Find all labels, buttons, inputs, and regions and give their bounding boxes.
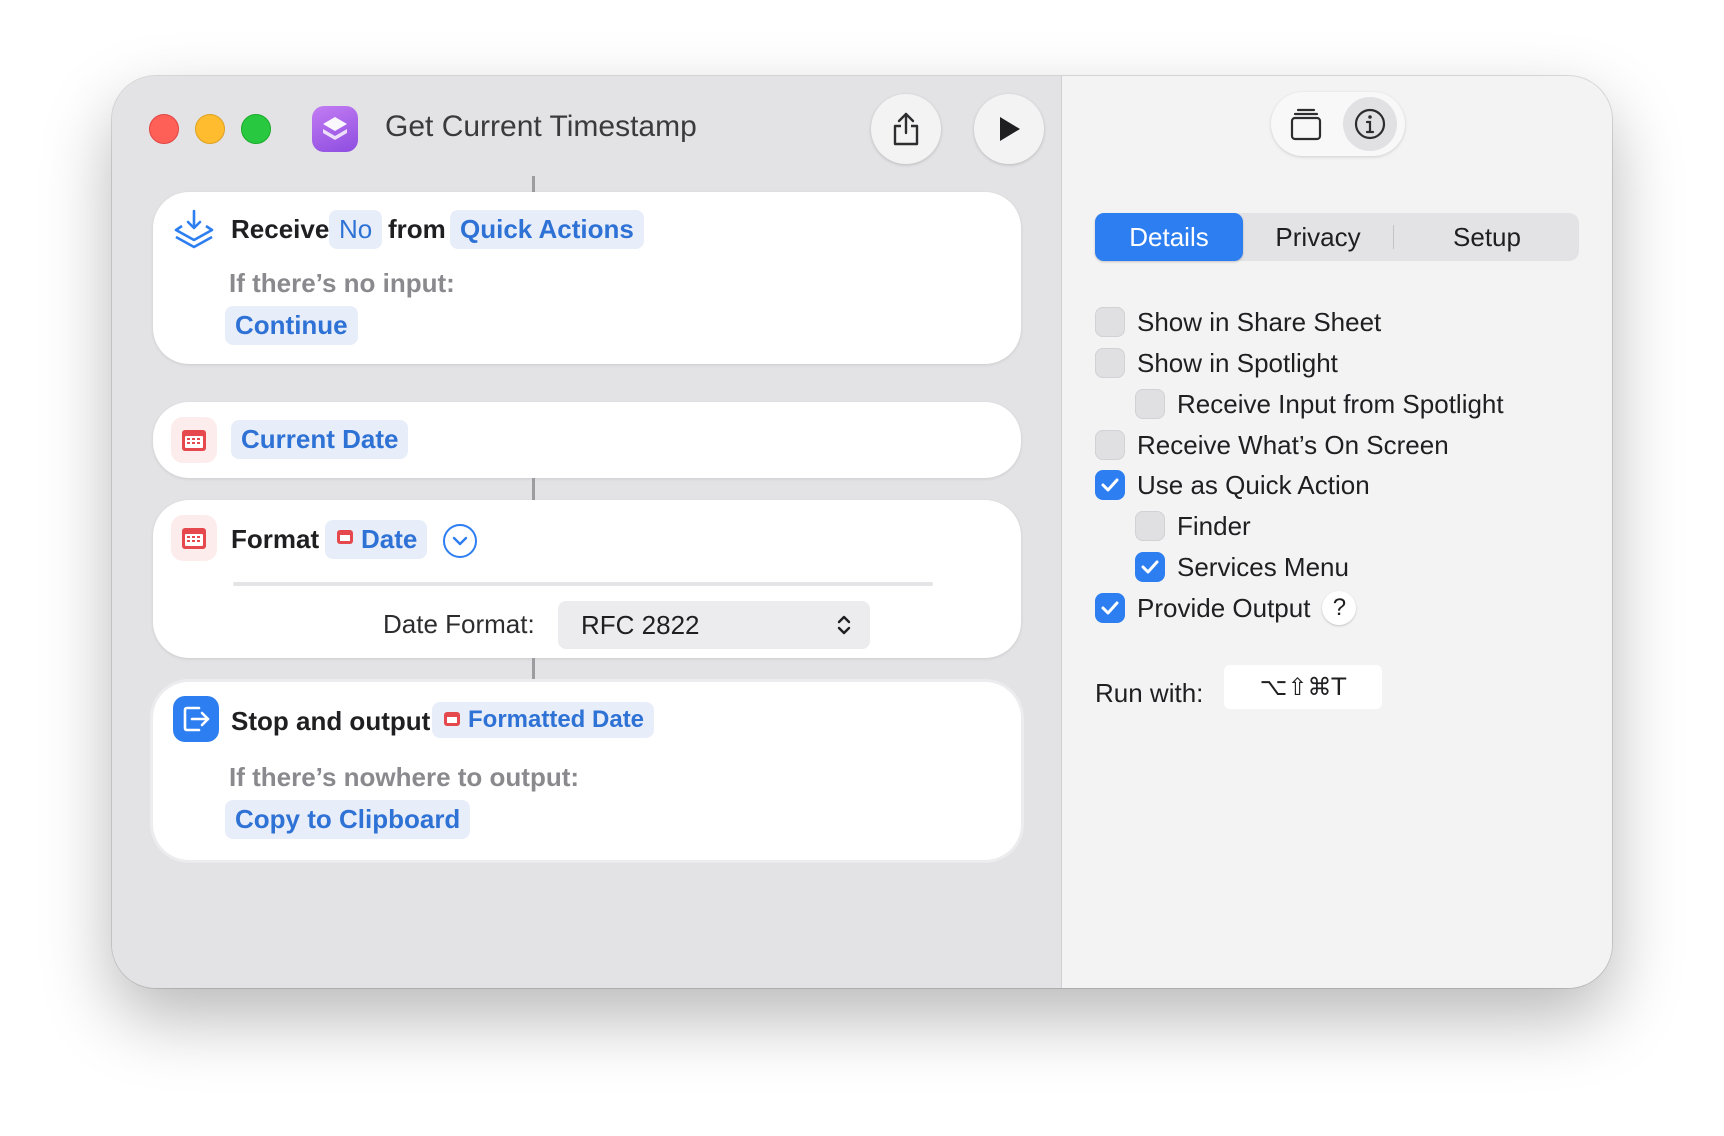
- chevron-down-icon: [452, 536, 468, 546]
- window-title: Get Current Timestamp: [385, 110, 697, 143]
- input-type-token[interactable]: No: [329, 210, 383, 249]
- checkbox-checked[interactable]: [1135, 552, 1165, 582]
- calendar-icon: [171, 417, 217, 463]
- close-window-button[interactable]: [149, 114, 179, 144]
- option-use-as-quick-action[interactable]: Use as Quick Action: [1095, 467, 1370, 503]
- option-provide-output[interactable]: Provide Output ?: [1095, 590, 1357, 626]
- share-icon: [893, 112, 919, 146]
- flow-connector: [532, 658, 535, 682]
- keyboard-shortcut-field[interactable]: ⌥⇧⌘T: [1224, 665, 1382, 709]
- date-variable-token[interactable]: Date: [325, 520, 428, 559]
- nowhere-output-label: If there’s nowhere to output:: [229, 762, 580, 792]
- date-variable-label: Date: [361, 524, 418, 554]
- option-label: Receive What’s On Screen: [1137, 429, 1449, 460]
- flow-connector: [532, 478, 535, 500]
- receive-icon: [171, 208, 217, 254]
- tab-setup[interactable]: Setup: [1395, 213, 1579, 261]
- workflow-pane: Get Current Timestamp Receive No from Qu…: [112, 76, 1061, 988]
- option-label: Finder: [1177, 510, 1251, 541]
- library-button[interactable]: [1279, 97, 1333, 151]
- receive-action-card[interactable]: Receive No from Quick Actions If there’s…: [153, 192, 1021, 364]
- no-input-action-token[interactable]: Continue: [225, 306, 358, 345]
- checkbox[interactable]: [1095, 307, 1125, 337]
- receive-label: Receive: [231, 214, 330, 244]
- stack-icon: [1290, 108, 1322, 141]
- minimize-window-button[interactable]: [195, 114, 225, 144]
- option-receive-whats-on-screen[interactable]: Receive What’s On Screen: [1095, 427, 1449, 463]
- inspector-toolbar: [1271, 92, 1405, 156]
- tab-details[interactable]: Details: [1095, 213, 1243, 261]
- up-down-chevron-icon: [837, 615, 851, 635]
- checkmark-icon: [1101, 478, 1119, 492]
- run-button[interactable]: [974, 94, 1044, 164]
- format-label: Format: [231, 524, 320, 554]
- checkbox[interactable]: [1135, 511, 1165, 541]
- option-label: Show in Share Sheet: [1137, 306, 1382, 337]
- share-button[interactable]: [871, 94, 941, 164]
- shortcut-editor-window: Get Current Timestamp Receive No from Qu…: [112, 76, 1612, 988]
- format-date-action-card[interactable]: Format Date Date Format: RFC 2822: [153, 500, 1021, 658]
- checkmark-icon: [1101, 601, 1119, 615]
- checkbox[interactable]: [1135, 389, 1165, 419]
- source-token[interactable]: Quick Actions: [450, 210, 644, 249]
- calendar-icon: [171, 515, 217, 561]
- help-button[interactable]: ?: [1322, 591, 1357, 625]
- checkbox-checked[interactable]: [1095, 593, 1125, 623]
- option-label: Show in Spotlight: [1137, 347, 1338, 378]
- option-label: Receive Input from Spotlight: [1177, 388, 1504, 419]
- formatted-date-label: Formatted Date: [468, 706, 645, 733]
- zoom-window-button[interactable]: [241, 114, 271, 144]
- checkbox-checked[interactable]: [1095, 470, 1125, 500]
- option-finder[interactable]: Finder: [1135, 508, 1251, 544]
- checkmark-icon: [1141, 560, 1159, 574]
- formatted-date-token[interactable]: Formatted Date: [432, 702, 655, 738]
- run-with-label: Run with:: [1095, 678, 1204, 708]
- divider: [233, 582, 933, 586]
- expand-options-button[interactable]: [443, 524, 477, 558]
- stop-output-label: Stop and output: [231, 706, 431, 736]
- option-services-menu[interactable]: Services Menu: [1135, 549, 1349, 585]
- current-date-token[interactable]: Current Date: [231, 420, 409, 459]
- info-icon: [1354, 108, 1386, 140]
- shortcuts-app-icon: [312, 106, 358, 152]
- stop-output-action-card[interactable]: Stop and output Formatted Date If there’…: [153, 682, 1021, 860]
- option-receive-input-from-spotlight[interactable]: Receive Input from Spotlight: [1135, 386, 1504, 422]
- calendar-icon: [444, 712, 460, 726]
- option-show-in-spotlight[interactable]: Show in Spotlight: [1095, 345, 1338, 381]
- from-label: from: [388, 214, 446, 244]
- current-date-action-card[interactable]: Current Date: [153, 402, 1021, 478]
- option-show-in-share-sheet[interactable]: Show in Share Sheet: [1095, 304, 1381, 340]
- flow-connector: [532, 176, 535, 192]
- tab-privacy[interactable]: Privacy: [1245, 213, 1391, 261]
- option-label: Services Menu: [1177, 551, 1349, 582]
- date-format-select[interactable]: RFC 2822: [558, 601, 870, 649]
- option-label: Use as Quick Action: [1137, 469, 1370, 500]
- date-format-label: Date Format:: [383, 609, 535, 639]
- nowhere-action-token[interactable]: Copy to Clipboard: [225, 800, 471, 839]
- calendar-icon: [337, 530, 353, 544]
- option-label: Provide Output: [1137, 592, 1311, 623]
- date-format-value: RFC 2822: [581, 610, 700, 640]
- inspector-pane: Details Privacy Setup Show in Share Shee…: [1061, 76, 1612, 988]
- tab-divider: [1393, 225, 1394, 249]
- info-button[interactable]: [1343, 97, 1397, 151]
- no-input-label: If there’s no input:: [229, 268, 455, 298]
- checkbox[interactable]: [1095, 430, 1125, 460]
- play-icon: [1000, 117, 1020, 141]
- checkbox[interactable]: [1095, 348, 1125, 378]
- exit-icon: [173, 696, 219, 742]
- inspector-tabs: Details Privacy Setup: [1095, 213, 1579, 261]
